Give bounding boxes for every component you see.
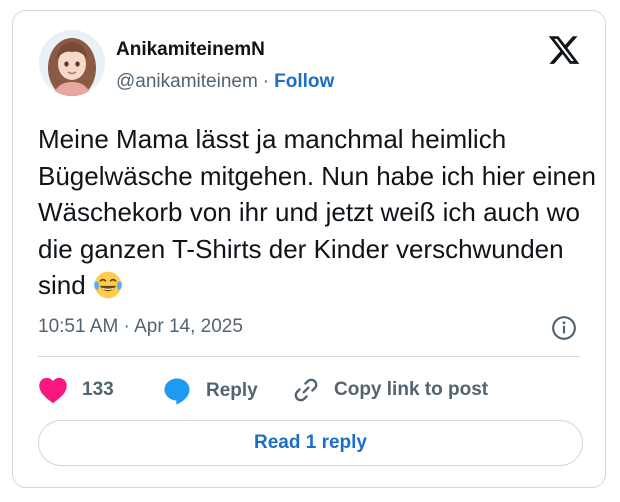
avatar-image: [39, 30, 105, 96]
author-handle-row: @anikamiteinem · Follow: [116, 71, 334, 93]
x-logo-icon[interactable]: [547, 33, 581, 67]
info-icon[interactable]: [551, 315, 577, 341]
heart-icon: [39, 377, 67, 404]
avatar[interactable]: [39, 30, 105, 96]
separator-dot: ·: [262, 71, 270, 92]
follow-button[interactable]: Follow: [274, 71, 334, 92]
action-bar: 133 Reply Copy link to post: [38, 376, 598, 408]
face-with-tears-of-joy-icon: [94, 271, 122, 299]
tweet-timestamp[interactable]: 10:51 AM · Apr 14, 2025: [38, 316, 243, 338]
author-display-name[interactable]: AnikamiteinemN: [116, 39, 265, 61]
copy-link-label: Copy link to post: [334, 379, 489, 400]
divider: [38, 356, 580, 357]
reply-label: Reply: [206, 380, 258, 401]
copy-link-button[interactable]: Copy link to post: [292, 376, 488, 404]
reply-button[interactable]: Reply: [162, 376, 258, 406]
tweet-text: Meine Mama lässt ja manchmal heimlich Bü…: [38, 121, 598, 304]
link-icon: [294, 378, 318, 402]
read-replies-button[interactable]: Read 1 reply: [38, 420, 583, 466]
like-button[interactable]: 133: [38, 376, 114, 404]
likes-count: 133: [82, 379, 114, 400]
author-handle[interactable]: @anikamiteinem: [116, 71, 258, 92]
tweet-card: AnikamiteinemN @anikamiteinem · Follow Mei…: [12, 10, 606, 488]
speech-bubble-icon: [164, 378, 190, 405]
